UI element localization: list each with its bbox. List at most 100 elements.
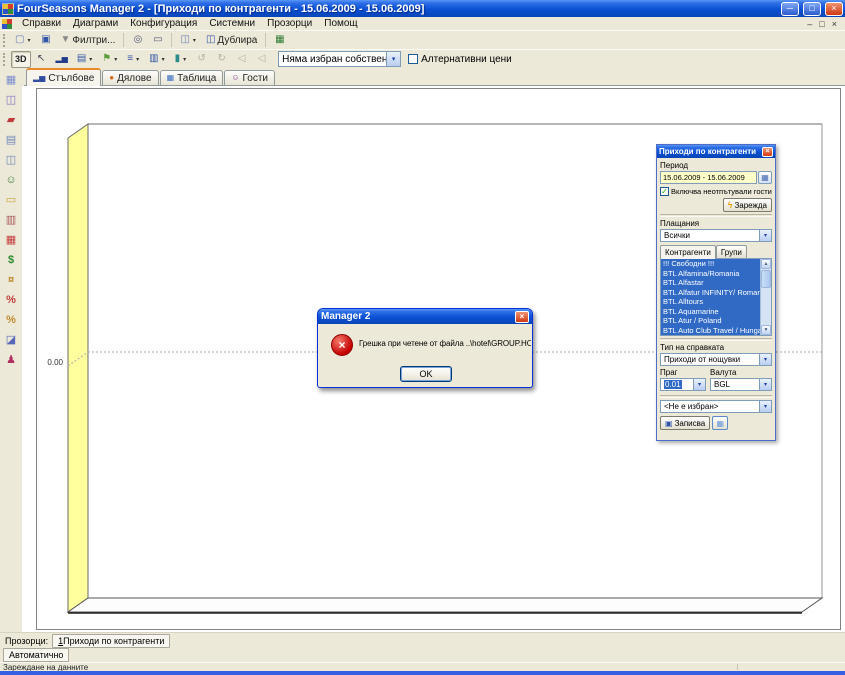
restore-button[interactable]: □ [803,2,821,16]
duplicate-button[interactable]: ◫ Дублира [202,32,261,49]
export-excel-button[interactable]: ▦ [270,32,289,49]
error-dialog-close-button[interactable]: × [515,311,529,323]
scroll-up-button[interactable]: ▲ [761,259,771,269]
payments-combobox[interactable]: Всички ▾ [660,229,772,242]
view-tab-bar: ▂▅ Стълбове ● Дялове ▦ Таблица ☺ Гости [24,68,845,86]
report-settings-panel: Приходи по контрагенти × Период 15.06.20… [656,144,776,441]
period-label: Период [660,161,772,170]
scroll-down-button[interactable]: ▼ [761,325,771,335]
chevron-down-icon: ▾ [192,37,197,44]
folder-button[interactable]: ▭ [2,192,20,208]
tab-bars[interactable]: ▂▅ Стълбове [26,68,101,86]
rotate-right-button[interactable]: ↻ [212,51,231,68]
mdi-restore-button[interactable]: □ [819,19,824,29]
list-item[interactable]: !!! Свободни !!! [661,259,760,269]
new-button[interactable]: ▢ ▾ [11,32,35,49]
save-button[interactable]: ▣ [36,32,55,49]
legend-button[interactable]: ▤ ▾ [73,51,97,68]
automatic-button[interactable]: Автоматично [3,648,69,662]
list-item[interactable]: BTL Atur / Poland [661,316,760,326]
payments-button[interactable]: $ [2,252,20,268]
list-item[interactable]: BTL Alfamina/Romania [661,269,760,279]
sound-off-button[interactable]: ◁ [252,51,271,68]
period-field[interactable]: 15.06.2009 - 15.06.2009 [660,171,757,184]
labels-button[interactable]: ⚑ ▾ [98,51,122,68]
list-item[interactable]: BTL Aquamarine [661,307,760,317]
tab-contractors[interactable]: Контрагенти [660,245,716,259]
list-item[interactable]: BTL Alltours [661,297,760,307]
panel-titlebar[interactable]: Приходи по контрагенти × [657,145,775,158]
saved-report-combobox[interactable]: <Не е избран> ▾ [660,400,772,413]
currency-button[interactable]: ¤ [2,272,20,288]
grid-button[interactable]: ▦ [2,232,20,248]
toolbar-grip[interactable] [3,53,7,66]
save-report-button[interactable]: ▣ Записва [660,416,710,430]
pointer-button[interactable]: ↖ [32,51,51,68]
menu-windows[interactable]: Прозорци [261,17,318,30]
currency-combobox[interactable]: BGL ▾ [710,378,772,391]
alt-prices-checkbox[interactable] [408,54,418,64]
include-guests-checkbox[interactable]: ✓ [660,187,669,196]
report-type-combobox[interactable]: Приходи от нощувки ▾ [660,353,772,366]
alt-prices-checkbox-row[interactable]: Алтернативни цени [408,54,512,65]
mdi-minimize-button[interactable]: – [807,19,812,29]
card-transfer-button[interactable]: ◫ [2,92,20,108]
copy-card-button[interactable]: ◫ [2,152,20,168]
print-preview-icon: ◎ [134,35,143,45]
menu-reports[interactable]: Справки [16,17,67,30]
room-cards-button[interactable]: ▦ [2,72,20,88]
report-type-label: Тип на справката [660,343,772,352]
mdi-close-button[interactable]: × [832,19,837,29]
mini-chart-button[interactable]: ▂▅ [52,51,72,68]
rotate-left-button[interactable]: ↺ [192,51,211,68]
filter-icon: ▼ [60,35,70,45]
three-d-toggle[interactable]: 3D [11,51,31,68]
tax-button[interactable]: % [2,312,20,328]
close-button[interactable]: × [825,2,843,16]
owner-combobox[interactable]: Няма избран собственици ▾ [278,51,401,67]
discount-button[interactable]: % [2,292,20,308]
threshold-combobox[interactable]: 0.01 ▾ [660,378,706,391]
menu-help[interactable]: Помощ [318,17,363,30]
window-button-revenue[interactable]: 1 Приходи по контрагенти [52,634,170,648]
ledger-button[interactable]: ▥ [2,212,20,228]
ok-button[interactable]: OK [400,366,452,382]
calendar-button[interactable]: ▦ [758,171,772,184]
h-gridlines-button[interactable]: ≡ ▾ [123,51,144,68]
minimize-button[interactable]: ─ [781,2,799,16]
error-dialog: Manager 2 × × Грешка при четене от файла… [317,308,533,388]
load-button[interactable]: ϟ Зарежда [723,198,772,212]
list-item[interactable]: BTL Alfastar [661,278,760,288]
copy-button[interactable]: ◫ ▾ [176,32,200,49]
panel-close-button[interactable]: × [762,147,773,157]
menu-charts[interactable]: Диаграми [67,17,124,30]
tab-guests[interactable]: ☺ Гости [224,70,275,85]
v-gridlines-button[interactable]: ▥ ▾ [145,51,169,68]
bar-style-button[interactable]: ▮ ▾ [171,51,192,68]
guest-pen-button[interactable]: ♟ [2,352,20,368]
chevron-down-icon: ▾ [182,56,187,63]
tab-pie[interactable]: ● Дялове [102,70,158,85]
mdi-child-icon [2,19,12,29]
include-guests-row[interactable]: ✓ Включва неотпътували гости [660,187,772,196]
tab-table[interactable]: ▦ Таблица [160,70,224,85]
scrollbar-thumb[interactable] [761,270,771,288]
filters-button[interactable]: ▼ Филтри... [56,32,119,49]
toolbar-grip[interactable] [3,34,7,47]
list-item[interactable]: BTL Auto Club Travel / Hunga [661,326,760,336]
list-item[interactable]: BTL Alfatur INFINITY/ Romani [661,288,760,298]
menu-configuration[interactable]: Конфигурация [124,17,203,30]
card-person-button[interactable]: ◪ [2,332,20,348]
sound-button[interactable]: ◁ [232,51,251,68]
tab-groups[interactable]: Групи [716,245,747,258]
list-scrollbar[interactable]: ▲ ▼ [760,259,771,335]
manage-reports-button[interactable]: ▦ [712,416,728,430]
calculator-button[interactable]: ▤ [2,132,20,148]
print-button[interactable]: ▭ [148,32,167,49]
chevron-down-icon: ▾ [113,56,118,63]
menu-system[interactable]: Системни [203,17,261,30]
saved-report-value: <Не е избран> [661,402,759,411]
chart-button[interactable]: ▰ [2,112,20,128]
guests-button[interactable]: ☺ [2,172,20,188]
print-preview-button[interactable]: ◎ [128,32,147,49]
